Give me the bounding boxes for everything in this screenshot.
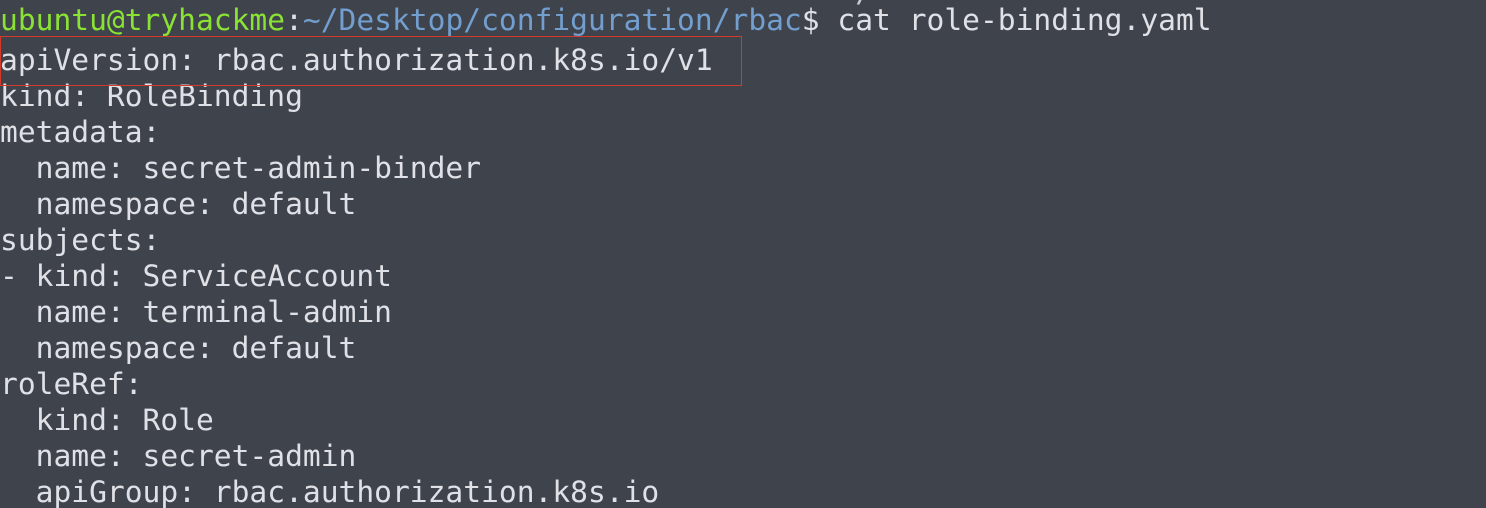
output-line-metadata: metadata: xyxy=(0,115,161,149)
output-line-role-ref-api-group: apiGroup: rbac.authorization.k8s.io xyxy=(0,475,660,508)
output-line-subject-name: name: terminal-admin xyxy=(0,295,392,329)
output-line-metadata-namespace: namespace: default xyxy=(0,187,357,221)
api-version-highlight-box xyxy=(0,36,742,86)
output-line-subject-kind: - kind: ServiceAccount xyxy=(0,259,392,293)
output-line-subject-namespace: namespace: default xyxy=(0,331,357,365)
command-prompt-line: ubuntu@tryhackme:~/Desktop/configuration… xyxy=(0,2,1212,38)
output-line-role-ref: roleRef: xyxy=(0,367,143,401)
prompt-user-host: ubuntu@tryhackme xyxy=(0,3,286,37)
output-line-role-ref-name: name: secret-admin xyxy=(0,439,357,473)
prompt-colon: : xyxy=(285,3,303,37)
output-line-metadata-name: name: secret-admin-binder xyxy=(0,151,482,185)
output-line-subjects: subjects: xyxy=(0,223,161,257)
prompt-symbol: $ xyxy=(801,3,820,37)
output-line-role-ref-kind: kind: Role xyxy=(0,403,214,437)
terminal-window[interactable]: · · · · · · · · · · · · · · · · · · · · … xyxy=(0,0,1486,508)
prompt-path: ~/Desktop/configuration/rbac xyxy=(302,3,802,37)
command-text: cat role-binding.yaml xyxy=(819,3,1212,37)
